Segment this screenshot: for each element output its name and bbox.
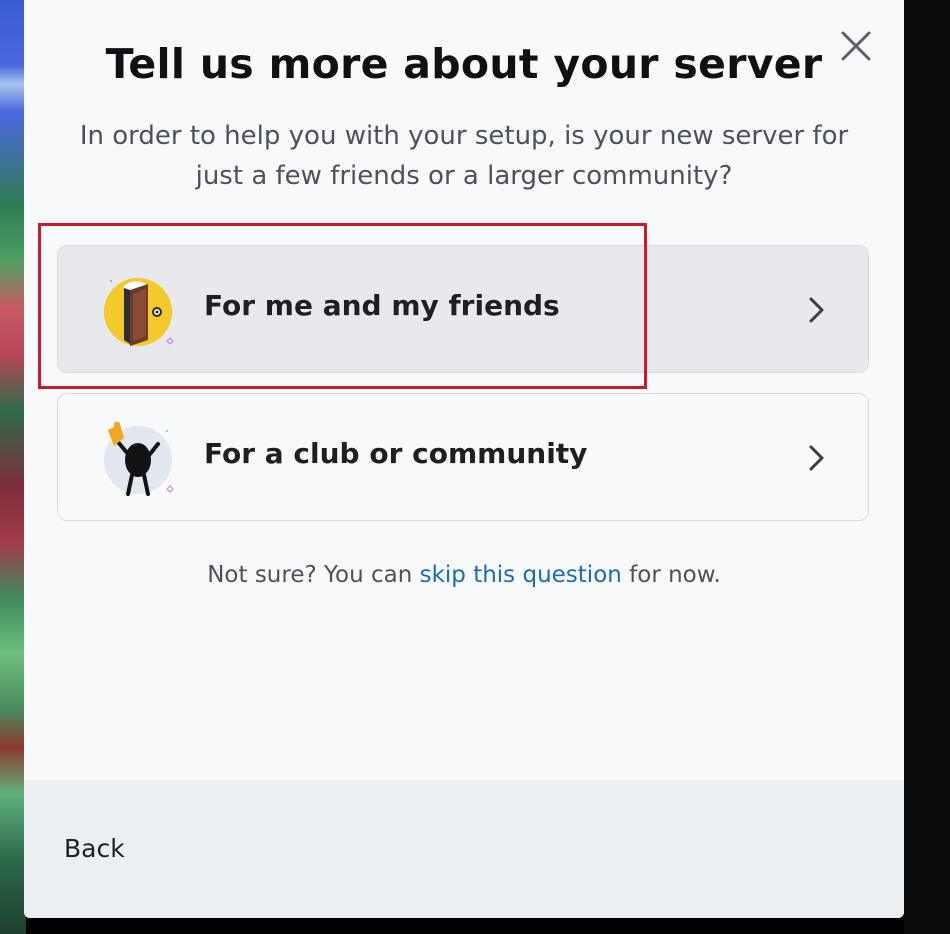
option-club-or-community[interactable]: For a club or community [57, 393, 869, 521]
skip-question-link[interactable]: skip this question [420, 562, 622, 588]
option-label: For me and my friends [204, 289, 560, 322]
chevron-right-icon [809, 445, 824, 471]
chevron-right-icon [809, 297, 824, 323]
option-me-and-friends[interactable]: For me and my friends [57, 245, 869, 373]
back-button[interactable]: Back [64, 834, 125, 863]
background-app-strip [0, 0, 26, 934]
skip-question-text: Not sure? You can skip this question for… [24, 562, 904, 588]
cheering-character-icon [104, 422, 174, 496]
modal-title: Tell us more about your server [105, 40, 823, 88]
skip-suffix: for now. [621, 562, 721, 588]
skip-prefix: Not sure? You can [207, 562, 420, 588]
background-dark-edge [904, 0, 950, 934]
screen: Tell us more about your server In order … [0, 0, 950, 934]
server-setup-modal: Tell us more about your server In order … [24, 0, 904, 918]
modal-subtitle: In order to help you with your setup, is… [79, 121, 849, 191]
option-label: For a club or community [204, 437, 588, 470]
door-icon [104, 278, 174, 346]
modal-footer: Back [24, 780, 904, 918]
